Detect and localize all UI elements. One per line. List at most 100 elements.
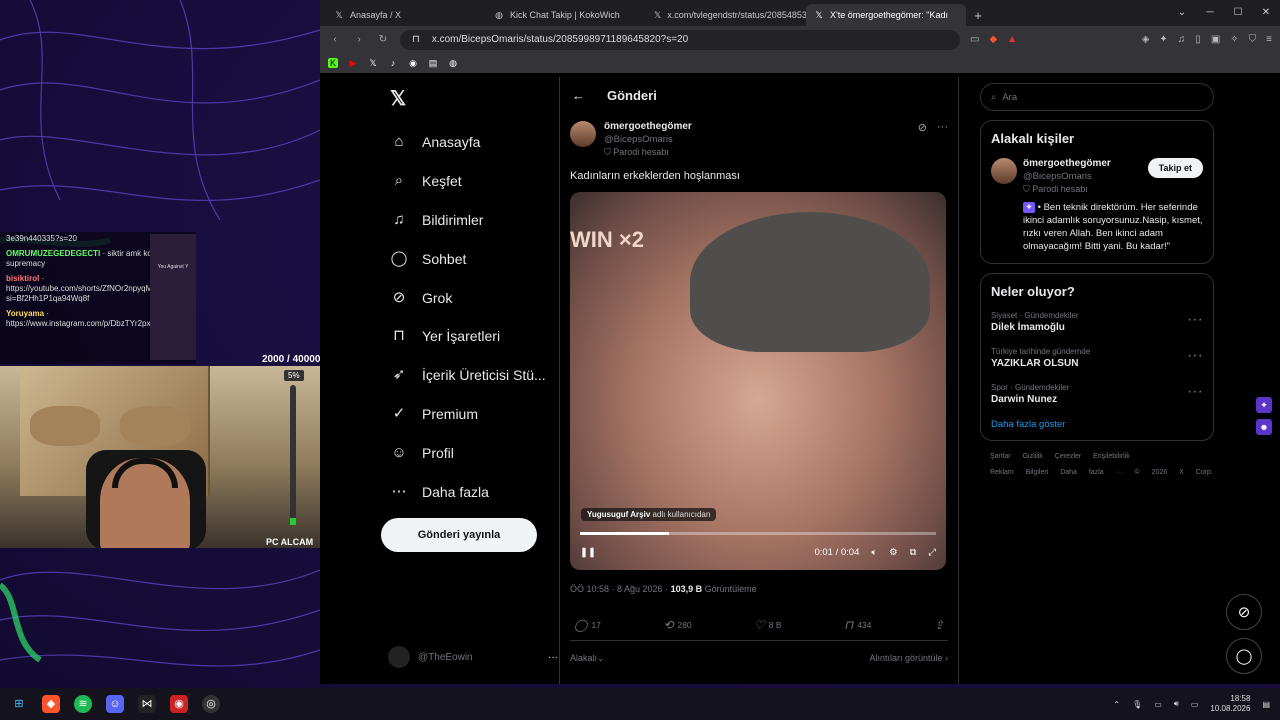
- youtube-icon[interactable]: ▶: [348, 58, 358, 68]
- bookmark-icon[interactable]: ⊓: [412, 34, 420, 45]
- puzzle-icon[interactable]: ✦: [1159, 34, 1167, 45]
- brave-shield-icon[interactable]: ◆: [989, 34, 997, 45]
- vpn-icon[interactable]: ⛉: [1249, 34, 1257, 45]
- app-icon[interactable]: ⋈: [138, 695, 156, 713]
- media-icon[interactable]: ◉: [170, 695, 188, 713]
- x-logo-icon[interactable]: 𝕏: [390, 86, 406, 111]
- view-quotes-link[interactable]: Alıntıları görüntüle ›: [869, 653, 948, 664]
- battery-icon[interactable]: ▭: [1191, 700, 1199, 709]
- sort-dropdown[interactable]: Alakalı⌄: [570, 653, 605, 664]
- tab-home[interactable]: 𝕏 Anasayfa / X: [326, 4, 486, 26]
- more-icon[interactable]: ···: [1187, 383, 1203, 405]
- share-button[interactable]: ⇪: [934, 618, 944, 632]
- trend-item[interactable]: Siyaset · Gündemdekiler Dilek İmamoğlu ···: [991, 311, 1203, 333]
- nav-bookmarks[interactable]: ⊓ Yer İşaretleri: [390, 317, 546, 356]
- account-switcher[interactable]: @TheEowin ···: [388, 646, 558, 668]
- discord-icon[interactable]: ☺: [106, 695, 124, 713]
- bookmark-button[interactable]: ⊓ 434: [844, 618, 872, 632]
- extension-icon[interactable]: ◈: [1142, 34, 1150, 45]
- volume-icon[interactable]: 🔈︎: [871, 547, 877, 558]
- music-icon[interactable]: ♫: [1178, 34, 1186, 45]
- nav-grok[interactable]: ⊘ Grok: [390, 278, 546, 317]
- network-icon[interactable]: ▭: [1154, 700, 1162, 709]
- bookmark-icon: ⊓: [843, 618, 854, 632]
- nav-profile[interactable]: ☺ Profil: [390, 433, 546, 472]
- maximize-button[interactable]: ☐: [1224, 0, 1252, 26]
- nav-more[interactable]: ⋯ Daha fazla: [390, 472, 546, 511]
- minimize-button[interactable]: ─: [1196, 0, 1224, 26]
- messages-fab[interactable]: ◯: [1226, 638, 1262, 674]
- clock[interactable]: 18:58 10.08.2026: [1210, 694, 1250, 714]
- cast-icon[interactable]: ▭: [970, 34, 979, 45]
- author-name[interactable]: ömergoethegömer: [604, 121, 692, 132]
- repost-button[interactable]: ⟲ 280: [663, 618, 691, 632]
- chevron-down-icon[interactable]: ⌄: [1168, 0, 1196, 26]
- menu-icon[interactable]: ≡: [1266, 34, 1272, 45]
- back-button[interactable]: ‹: [328, 34, 342, 45]
- x-icon[interactable]: 𝕏: [368, 58, 378, 68]
- settings-icon[interactable]: ⚙: [889, 547, 898, 558]
- windows-start-icon[interactable]: ⊞: [10, 695, 28, 713]
- grok-fab[interactable]: ⊘: [1226, 594, 1262, 630]
- spotify-icon[interactable]: ≋: [74, 695, 92, 713]
- card-title: Neler oluyor?: [991, 284, 1075, 299]
- more-icon[interactable]: ···: [1187, 311, 1203, 333]
- nav-chat[interactable]: ◯ Sohbet: [390, 239, 546, 278]
- pip-icon[interactable]: ⧉: [910, 547, 917, 558]
- notification-icon[interactable]: ▤: [1262, 700, 1270, 709]
- sidebar-icon[interactable]: ▯: [1195, 34, 1201, 45]
- post-button[interactable]: Gönderi yayınla: [381, 518, 537, 552]
- forward-button[interactable]: ›: [352, 34, 366, 45]
- new-tab-button[interactable]: +: [966, 4, 990, 26]
- tab-status[interactable]: 𝕏x.com/tvlegendstr/status/2085485382: [646, 4, 806, 26]
- fullscreen-icon[interactable]: ⤢: [928, 547, 936, 558]
- trend-item[interactable]: Spor · Gündemdekiler Darwin Nunez ···: [991, 383, 1203, 405]
- more-icon[interactable]: ···: [548, 652, 558, 663]
- nav-explore[interactable]: ⌕ Keşfet: [390, 162, 546, 201]
- brave-icon[interactable]: ◆: [42, 695, 60, 713]
- nav-creator-studio[interactable]: ➶ İçerik Üreticisi Stü...: [390, 356, 546, 395]
- pause-icon[interactable]: ❚❚: [580, 547, 596, 558]
- home-icon: ⌂: [394, 133, 404, 151]
- obs-icon[interactable]: ◎: [202, 695, 220, 713]
- reload-button[interactable]: ↻: [376, 34, 390, 45]
- doc-icon[interactable]: ▤: [428, 58, 438, 68]
- video-progress[interactable]: [580, 532, 936, 535]
- chevron-up-icon[interactable]: ⌃: [1113, 700, 1120, 709]
- more-icon[interactable]: ···: [1187, 347, 1203, 369]
- volume-icon[interactable]: 🔊︎: [1174, 699, 1179, 709]
- more-icon[interactable]: ···: [937, 121, 948, 158]
- tiktok-icon[interactable]: ♪: [388, 58, 398, 68]
- tab-active-post[interactable]: 𝕏 X'te ömergoethegömer: "Kadı: [806, 4, 966, 26]
- leo-side-button[interactable]: ✦: [1256, 397, 1272, 413]
- rewards-icon[interactable]: ▲: [1007, 34, 1017, 45]
- globe-icon[interactable]: ◍: [448, 58, 458, 68]
- nav-home[interactable]: ⌂ Anasayfa: [390, 123, 546, 162]
- app-icon[interactable]: ◉: [408, 58, 418, 68]
- video-player[interactable]: WIN ×2 Yugusuguf Arşiv adlı kullanıcıdan…: [570, 192, 946, 570]
- mic-icon[interactable]: 🎙︎: [1132, 700, 1142, 709]
- nav-notifications[interactable]: ♫ Bildirimler: [390, 201, 546, 240]
- avatar[interactable]: [570, 121, 596, 147]
- close-button[interactable]: ✕: [1252, 0, 1280, 26]
- reply-button[interactable]: ◯ 17: [574, 618, 601, 632]
- leo-icon[interactable]: ✧: [1230, 34, 1238, 45]
- url-bar[interactable]: ⊓ x.com/BicepsOmaris/status/208599897118…: [400, 29, 960, 50]
- show-more-link[interactable]: Daha fazla göster: [991, 419, 1203, 430]
- tab-kick-chat[interactable]: ◍ Kick Chat Takip | KokoWich: [486, 4, 646, 26]
- avatar[interactable]: [991, 158, 1017, 184]
- assistant-side-button[interactable]: ☻: [1256, 419, 1272, 435]
- follow-button[interactable]: Takip et: [1147, 158, 1203, 178]
- related-person[interactable]: ömergoethegömer @BicepsOmaris ⛉ Parodi h…: [991, 158, 1203, 195]
- back-arrow-icon[interactable]: ←: [572, 88, 585, 103]
- kick-icon[interactable]: K: [328, 58, 338, 68]
- video-source-tag[interactable]: Yugusuguf Arşiv adlı kullanıcıdan: [581, 508, 717, 521]
- search-input[interactable]: ⌕ Ara: [980, 83, 1214, 111]
- webcam-feed: [0, 366, 322, 548]
- nav-premium[interactable]: ✓ Premium: [390, 395, 546, 434]
- trend-item[interactable]: Türkiye tarihinde gündemde YAZIKLAR OLSUN…: [991, 347, 1203, 369]
- grok-icon[interactable]: ⊘: [918, 121, 927, 158]
- wallet-icon[interactable]: ▣: [1211, 34, 1220, 45]
- author-handle[interactable]: @BicepsOmaris: [604, 134, 692, 145]
- like-button[interactable]: ♡ 8 B: [754, 618, 782, 632]
